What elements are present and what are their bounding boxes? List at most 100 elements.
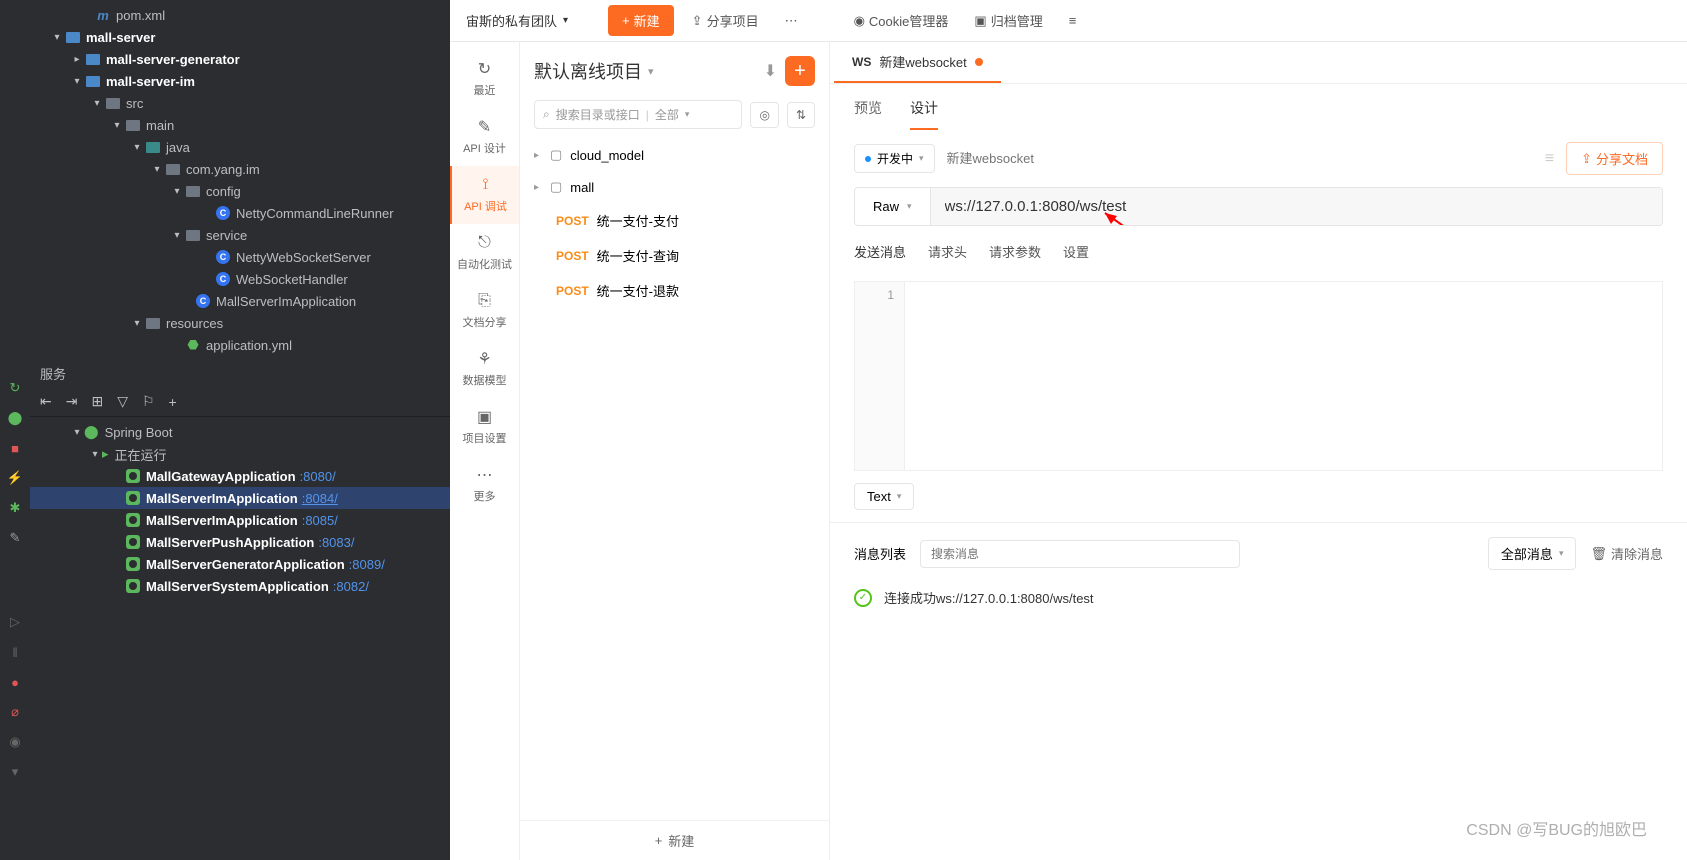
api-sidenav: ↻最近✎API 设计⟟API 调试⎋自动化测试⎘文档分享⚘数据模型▣项目设置⋯更… (450, 42, 520, 860)
nav-item[interactable]: ⎋自动化测试 (450, 224, 519, 282)
import-icon[interactable]: ⬇ (764, 61, 777, 81)
url-input[interactable] (931, 188, 1662, 225)
message-filter-dropdown[interactable]: 全部消息 ▾ (1488, 537, 1577, 570)
api-list-item[interactable]: ▸▢cloud_model (520, 139, 829, 171)
tree-row[interactable]: ▾src (30, 92, 450, 114)
bug-icon[interactable]: ✱ (7, 500, 23, 516)
tree-row[interactable]: CNettyWebSocketServer (30, 246, 450, 268)
api-name-input[interactable] (947, 151, 1533, 166)
debug-icon[interactable]: ⬤ (7, 410, 23, 426)
new-item-label: 新建 (668, 831, 694, 850)
nav-item[interactable]: ▣项目设置 (450, 398, 519, 456)
project-dropdown[interactable]: 默认离线项目 ▾ (534, 58, 654, 84)
running-node[interactable]: ▾ ▸ 正在运行 (30, 443, 450, 465)
record-icon[interactable]: ● (7, 674, 23, 690)
sort-icon[interactable]: ⇅ (787, 102, 815, 128)
tree-row[interactable]: CMallServerImApplication (30, 290, 450, 312)
settings-icon[interactable]: ≡ (1061, 7, 1085, 34)
tree-row[interactable]: ▾service (30, 224, 450, 246)
wrench-icon[interactable]: ✎ (7, 530, 23, 546)
service-row[interactable]: MallServerImApplication:8085/ (30, 509, 450, 531)
down-icon[interactable]: ▾ (7, 764, 23, 780)
service-row[interactable]: MallServerImApplication:8084/ (30, 487, 450, 509)
team-name: 宙斯的私有团队 (466, 11, 557, 30)
tree-row[interactable]: ▾main (30, 114, 450, 136)
new-item-button[interactable]: + 新建 (520, 820, 829, 860)
new-button[interactable]: + 新建 (608, 5, 674, 36)
tree-row[interactable]: CWebSocketHandler (30, 268, 450, 290)
spring-boot-node[interactable]: ▾ ⬤ Spring Boot (30, 421, 450, 443)
service-row[interactable]: MallServerPushApplication:8083/ (30, 531, 450, 553)
request-tab[interactable]: 设置 (1063, 242, 1089, 267)
cookie-manager-button[interactable]: ◉ Cookie管理器 (846, 5, 957, 36)
step-icon[interactable]: ▷ (7, 614, 23, 630)
tree-row[interactable]: ▾com.yang.im (30, 158, 450, 180)
tree-row[interactable]: ▾config (30, 180, 450, 202)
request-tab[interactable]: 请求参数 (989, 242, 1041, 267)
service-row[interactable]: MallServerGeneratorApplication:8089/ (30, 553, 450, 575)
nav-item[interactable]: ⋯更多 (450, 456, 519, 514)
tree-row[interactable]: mpom.xml (30, 4, 450, 26)
nav-item[interactable]: ⚘数据模型 (450, 340, 519, 398)
tree-row[interactable]: ⬣application.yml (30, 334, 450, 356)
message-editor[interactable]: 1 (854, 281, 1663, 471)
edit-icon[interactable]: ≡ (1545, 150, 1554, 168)
message-search-input[interactable] (920, 540, 1240, 568)
tree-row[interactable]: CNettyCommandLineRunner (30, 202, 450, 224)
share-project-button[interactable]: ⇪ 分享项目 (684, 5, 767, 36)
tree-row[interactable]: ▸mall-server-generator (30, 48, 450, 70)
service-row[interactable]: MallGatewayApplication:8080/ (30, 465, 450, 487)
slash-icon[interactable]: ⌀ (7, 704, 23, 720)
method-dropdown[interactable]: Raw ▾ (855, 188, 931, 225)
api-list-item[interactable]: POST统一支付-查询 (520, 238, 829, 273)
message-row: ✓ 连接成功ws://127.0.0.1:8080/ws/test (854, 570, 1663, 625)
collapse-icon[interactable]: ⇥ (66, 393, 78, 410)
camera-icon[interactable]: ◉ (7, 734, 23, 750)
status-dropdown[interactable]: 开发中 ▾ (854, 144, 935, 173)
nav-item[interactable]: ✎API 设计 (450, 108, 519, 166)
tab-websocket[interactable]: WS 新建websocket (834, 42, 1001, 83)
request-tab[interactable]: 请求头 (928, 242, 967, 267)
team-dropdown[interactable]: 宙斯的私有团队 ▾ (466, 11, 568, 30)
chevron-down-icon: ▾ (1559, 548, 1564, 559)
nav-item[interactable]: ⎘文档分享 (450, 282, 519, 340)
nav-item[interactable]: ↻最近 (450, 50, 519, 108)
flag-icon[interactable]: ⚐ (142, 393, 155, 410)
add-icon[interactable]: + (169, 394, 177, 410)
preview-tab[interactable]: 预览 (854, 98, 882, 130)
api-panel: 28group: @config.group@ 宙斯的私有团队 ▾ + 新建 ⇪… (450, 0, 1687, 860)
grid-icon[interactable]: ⊞ (91, 393, 103, 410)
url-row: Raw ▾ (854, 187, 1663, 226)
expand-icon[interactable]: ⇤ (40, 393, 52, 410)
message-filter-label: 全部消息 (1501, 544, 1553, 563)
share-icon: ⇪ (1581, 151, 1592, 167)
tree-row[interactable]: ▾mall-server (30, 26, 450, 48)
add-api-button[interactable]: + (785, 56, 815, 86)
content-type-dropdown[interactable]: Text ▾ (854, 483, 914, 510)
stop-icon[interactable]: ■ (7, 440, 23, 456)
pause-icon[interactable]: ‖ (7, 644, 23, 660)
request-tab[interactable]: 发送消息 (854, 242, 906, 267)
archive-button[interactable]: ▣ 归档管理 (966, 5, 1050, 36)
more-button[interactable]: ⋯ (777, 7, 806, 35)
api-list-item[interactable]: ▸▢mall (520, 171, 829, 203)
share-doc-button[interactable]: ⇪ 分享文档 (1566, 142, 1663, 175)
rerun-icon[interactable]: ↻ (7, 380, 23, 396)
design-tab[interactable]: 设计 (910, 98, 938, 130)
filter-icon[interactable]: ▽ (117, 393, 128, 410)
fast-icon[interactable]: ⚡ (7, 470, 23, 486)
chevron-down-icon: ▾ (685, 109, 690, 120)
clear-messages-button[interactable]: 🗑 清除消息 (1590, 544, 1663, 563)
file-tree[interactable]: mpom.xml▾mall-server▸mall-server-generat… (30, 0, 450, 360)
sub-tabs: 预览 设计 (830, 84, 1687, 130)
locate-icon[interactable]: ◎ (750, 102, 778, 128)
api-list-item[interactable]: POST统一支付-退款 (520, 273, 829, 308)
service-row[interactable]: MallServerSystemApplication:8082/ (30, 575, 450, 597)
search-input[interactable]: ⌕ 搜索目录或接口 | 全部 ▾ (534, 100, 742, 129)
tree-row[interactable]: ▾resources (30, 312, 450, 334)
chevron-down-icon: ▾ (648, 65, 654, 78)
tree-row[interactable]: ▾mall-server-im (30, 70, 450, 92)
api-list-item[interactable]: POST统一支付-支付 (520, 203, 829, 238)
tree-row[interactable]: ▾java (30, 136, 450, 158)
nav-item[interactable]: ⟟API 调试 (450, 166, 519, 224)
